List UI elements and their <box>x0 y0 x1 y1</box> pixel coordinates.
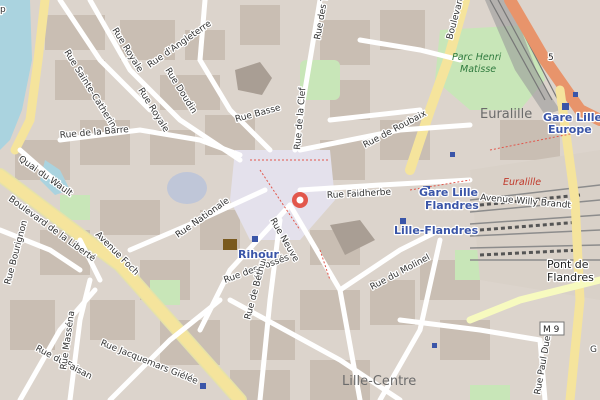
label-euralille-mall: Euralille <box>503 177 541 188</box>
label-rihour: Rihour <box>238 248 279 261</box>
shield-five: 5 <box>548 53 554 63</box>
label-pont-de-line1: Pont de <box>547 258 589 271</box>
train-station-icon <box>562 103 569 110</box>
label-lille-centre: Lille-Centre <box>342 374 416 389</box>
marker-dot <box>296 196 304 204</box>
label-parc-henri-line1: Parc Henri <box>452 52 502 63</box>
label-lille-flandres-metro: Lille-Flandres <box>394 224 479 237</box>
shield-m9: M 9 <box>539 321 565 336</box>
park-square-5 <box>470 385 510 400</box>
castle-icon <box>223 239 237 250</box>
building-roundel <box>167 172 207 204</box>
edge-text-top-left: p <box>0 5 6 15</box>
edge-text-right: G <box>590 345 597 355</box>
label-euralille-district: Euralille <box>480 107 532 122</box>
label-gare-lille-europe-2: Europe <box>548 123 592 136</box>
location-marker[interactable] <box>292 192 308 208</box>
metro-station-icon <box>252 236 258 242</box>
map-svg[interactable]: Rue des Tours Rue d'Angleterre Rue Royal… <box>0 0 600 400</box>
poi-gare-lille-flandres[interactable]: Gare Lille Flandres <box>418 185 481 214</box>
svg-text:M 9: M 9 <box>543 325 560 335</box>
label-pont-de-line2: Flandres <box>547 271 594 284</box>
label-gare-lille-flandres-1: Gare Lille <box>419 186 478 199</box>
label-parc-henri-line2: Matisse <box>460 64 496 75</box>
map-canvas[interactable]: Rue des Tours Rue d'Angleterre Rue Royal… <box>0 0 600 400</box>
label-gare-lille-flandres-2: Flandres <box>425 199 479 212</box>
